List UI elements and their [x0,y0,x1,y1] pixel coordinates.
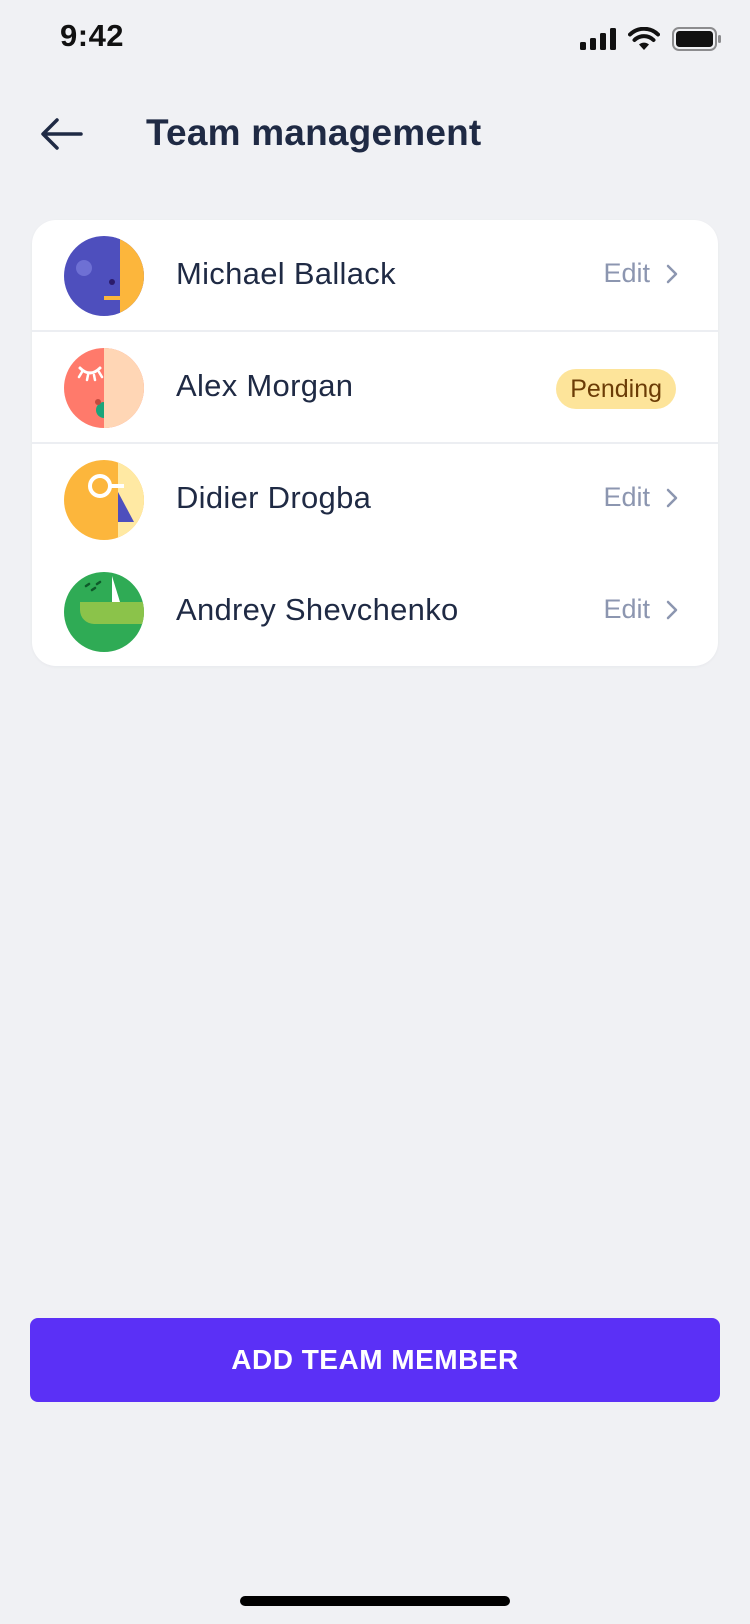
avatar-green-face-icon [64,572,144,652]
back-button[interactable] [32,106,92,162]
edit-label: Edit [603,594,650,624]
member-name: Michael Ballack [176,256,396,291]
pending-badge: Pending [556,369,676,409]
signal-icon [580,28,616,50]
status-bar: 9:42 [0,0,750,80]
edit-label: Edit [603,482,650,512]
edit-label: Edit [603,258,650,288]
avatar-orange-face-icon [64,460,144,540]
member-row-michael-ballack[interactable]: Michael Ballack Edit [32,220,718,332]
avatar [64,348,144,428]
member-name: Alex Morgan [176,368,354,403]
member-name: Andrey Shevchenko [176,592,459,627]
arrow-left-icon [41,118,83,150]
member-row-didier-drogba[interactable]: Didier Drogba Edit [32,444,718,556]
member-row-alex-morgan[interactable]: Alex Morgan Pending [32,332,718,444]
chevron-right-icon [666,264,678,283]
avatar-blue-face-icon [64,236,144,316]
status-time: 9:42 [60,18,125,53]
team-member-list: Michael Ballack Edit Alex Morgan Pending [32,220,718,666]
home-indicator[interactable] [240,1596,510,1606]
header: Team management [0,90,750,176]
member-name: Didier Drogba [176,480,372,515]
edit-action[interactable]: Edit [603,594,678,625]
page-title: Team management [146,112,482,153]
chevron-right-icon [666,600,678,619]
avatar [64,572,144,652]
edit-action[interactable]: Edit [603,258,678,289]
edit-action[interactable]: Edit [603,482,678,513]
battery-icon [672,27,721,51]
add-team-member-button[interactable]: ADD TEAM MEMBER [30,1318,720,1402]
avatar [64,236,144,316]
avatar-coral-face-icon [64,348,144,428]
chevron-right-icon [666,488,678,507]
status-icons [580,24,722,54]
avatar [64,460,144,540]
wifi-icon [628,27,660,50]
member-row-andrey-shevchenko[interactable]: Andrey Shevchenko Edit [32,556,718,666]
